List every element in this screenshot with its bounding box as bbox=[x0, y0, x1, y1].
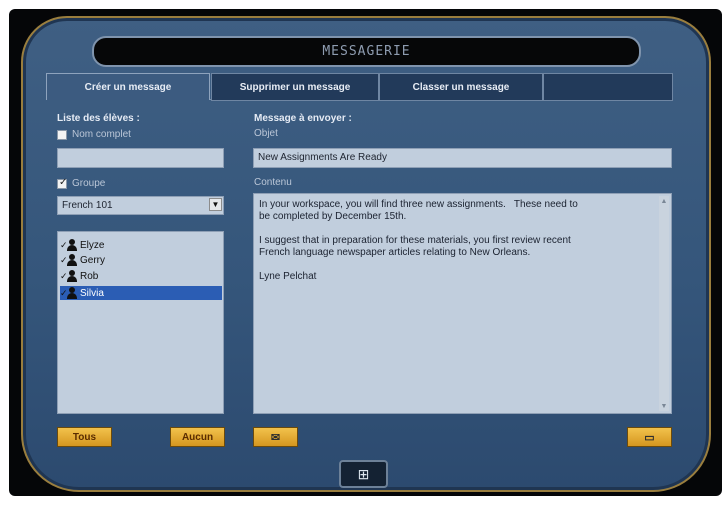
check-icon: ✓ bbox=[60, 270, 68, 281]
tab-empty bbox=[543, 73, 673, 101]
attach-icon: ✉ bbox=[270, 431, 281, 444]
tab-label: Créer un message bbox=[84, 81, 172, 93]
content-value: In your workspace, you will find three n… bbox=[259, 199, 578, 282]
person-icon bbox=[67, 239, 77, 251]
group-select[interactable]: French 101 ▼ bbox=[57, 196, 224, 215]
person-icon bbox=[67, 287, 77, 299]
scrollbar[interactable]: ▲ ▼ bbox=[659, 196, 669, 411]
check-icon: ✓ bbox=[60, 239, 68, 250]
student-name: Rob bbox=[80, 270, 99, 282]
tab-create-message[interactable]: Créer un message bbox=[46, 73, 210, 100]
select-all-label: Tous bbox=[72, 431, 97, 443]
send-button[interactable]: ▭ bbox=[627, 427, 672, 447]
subject-label: Objet bbox=[254, 128, 278, 139]
layout-button[interactable]: ⊞ bbox=[339, 460, 388, 488]
person-icon bbox=[67, 254, 77, 266]
tab-delete-message[interactable]: Supprimer un message bbox=[211, 73, 379, 101]
list-item[interactable]: ✓ Elyze bbox=[60, 238, 222, 252]
message-heading: Message à envoyer : bbox=[254, 113, 352, 124]
tab-label: Supprimer un message bbox=[239, 81, 351, 93]
subject-value: New Assignments Are Ready bbox=[258, 152, 387, 163]
fullname-input[interactable] bbox=[57, 148, 224, 168]
content-textarea[interactable]: In your workspace, you will find three n… bbox=[253, 193, 672, 414]
students-heading: Liste des élèves : bbox=[57, 113, 140, 124]
group-checkbox[interactable]: ✓ bbox=[57, 177, 68, 189]
list-item[interactable]: ✓ Gerry bbox=[60, 253, 222, 267]
check-icon: ✓ bbox=[60, 287, 68, 298]
scroll-down-icon[interactable]: ▼ bbox=[659, 401, 669, 411]
content-label: Contenu bbox=[254, 177, 292, 188]
list-item[interactable]: ✓ Silvia bbox=[60, 286, 222, 300]
select-none-label: Aucun bbox=[181, 431, 214, 443]
tab-bar: Créer un message Supprimer un message Cl… bbox=[46, 73, 673, 101]
group-label: Groupe bbox=[72, 178, 106, 189]
attach-button[interactable]: ✉ bbox=[253, 427, 298, 447]
check-icon: ✓ bbox=[59, 177, 68, 188]
student-name: Elyze bbox=[80, 239, 105, 251]
title-bar: MESSAGERIE bbox=[92, 36, 641, 67]
scroll-up-icon[interactable]: ▲ bbox=[659, 196, 669, 206]
fullname-label: Nom complet bbox=[72, 129, 131, 140]
student-name: Gerry bbox=[80, 254, 105, 266]
tab-file-message[interactable]: Classer un message bbox=[379, 73, 543, 101]
list-item[interactable]: ✓ Rob bbox=[60, 269, 222, 283]
chevron-down-icon[interactable]: ▼ bbox=[209, 198, 222, 211]
select-all-button[interactable]: Tous bbox=[57, 427, 112, 447]
page-title: MESSAGERIE bbox=[322, 44, 411, 59]
person-icon bbox=[67, 270, 77, 282]
subject-input[interactable]: New Assignments Are Ready bbox=[253, 148, 672, 168]
fullname-checkbox[interactable] bbox=[57, 130, 67, 140]
student-name: Silvia bbox=[80, 287, 104, 299]
layout-icon: ⊞ bbox=[357, 465, 370, 482]
check-icon: ✓ bbox=[60, 254, 68, 265]
students-list[interactable]: ✓ Elyze ✓ Gerry ✓ Rob ✓ Silvia bbox=[57, 231, 224, 414]
send-icon: ▭ bbox=[644, 431, 655, 444]
select-none-button[interactable]: Aucun bbox=[170, 427, 225, 447]
group-select-value: French 101 bbox=[62, 200, 113, 211]
tab-label: Classer un message bbox=[412, 81, 510, 93]
